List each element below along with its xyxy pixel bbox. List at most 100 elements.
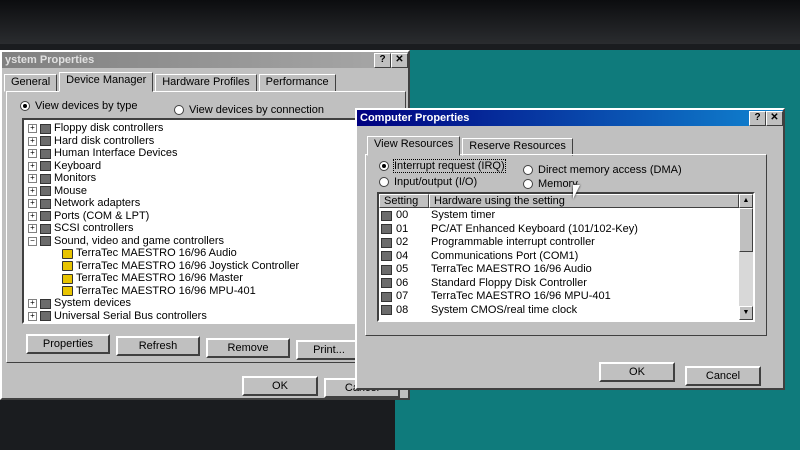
device-category[interactable]: + Network adapters bbox=[28, 197, 140, 210]
device-item[interactable]: TerraTec MAESTRO 16/96 Audio bbox=[62, 247, 237, 260]
help-button[interactable]: ? bbox=[749, 111, 766, 126]
setting-value: 04 bbox=[396, 249, 409, 262]
tree-label: Keyboard bbox=[54, 159, 102, 172]
device-category[interactable]: + SCSI controllers bbox=[28, 222, 133, 235]
close-button[interactable]: ✕ bbox=[391, 53, 408, 68]
device-item[interactable]: TerraTec MAESTRO 16/96 Joystick Controll… bbox=[62, 260, 299, 273]
tab-device-manager[interactable]: Device Manager bbox=[59, 72, 154, 92]
resource-list[interactable]: Setting Hardware using the setting 00 Sys… bbox=[377, 192, 755, 322]
warning-device-icon bbox=[62, 261, 73, 271]
properties-button[interactable]: Properties bbox=[26, 334, 110, 354]
device-category[interactable]: + Universal Serial Bus controllers bbox=[28, 310, 207, 323]
tree-label: Universal Serial Bus controllers bbox=[54, 309, 207, 322]
column-header-hardware[interactable]: Hardware using the setting bbox=[429, 194, 739, 208]
view-by-type-label: View devices by type bbox=[35, 100, 138, 112]
refresh-button[interactable]: Refresh bbox=[116, 336, 200, 356]
window-title: Computer Properties bbox=[360, 112, 470, 124]
expand-icon[interactable]: + bbox=[28, 161, 37, 171]
device-icon bbox=[40, 136, 51, 146]
collapse-icon[interactable]: − bbox=[28, 236, 37, 246]
device-category[interactable]: − Sound, video and game controllers bbox=[28, 235, 224, 248]
expand-icon[interactable]: + bbox=[28, 149, 37, 158]
warning-device-icon bbox=[62, 248, 73, 259]
device-category[interactable]: + Floppy disk controllers bbox=[28, 122, 163, 135]
hardware-name: TerraTec MAESTRO 16/96 MPU-401 bbox=[431, 290, 611, 302]
warning-device-icon bbox=[62, 273, 73, 284]
device-icon bbox=[40, 148, 51, 159]
hardware-name: Standard Floppy Disk Controller bbox=[431, 276, 587, 289]
expand-icon[interactable]: + bbox=[28, 136, 37, 146]
tab-general[interactable]: General bbox=[4, 74, 58, 92]
expand-icon[interactable]: + bbox=[28, 224, 37, 233]
device-icon bbox=[40, 123, 51, 134]
expand-icon[interactable]: + bbox=[28, 211, 37, 221]
scroll-up-button[interactable]: ▲ bbox=[739, 194, 753, 208]
expand-icon[interactable]: + bbox=[28, 311, 37, 321]
tree-label: Floppy disk controllers bbox=[54, 122, 164, 134]
resource-row[interactable]: 01 PC/AT Enhanced Keyboard (101/102-Key) bbox=[381, 223, 638, 236]
hardware-name: PC/AT Enhanced Keyboard (101/102-Key) bbox=[431, 222, 638, 235]
resource-row[interactable]: 08 System CMOS/real time clock bbox=[381, 304, 577, 317]
view-by-type-radio[interactable]: View devices by type bbox=[20, 100, 138, 112]
device-category[interactable]: + Human Interface Devices bbox=[28, 147, 178, 160]
radio-selected-icon bbox=[20, 101, 30, 111]
device-category[interactable]: + Ports (COM & LPT) bbox=[28, 210, 149, 223]
device-category[interactable]: + Monitors bbox=[28, 172, 96, 185]
vertical-scrollbar[interactable]: ▲ ▼ bbox=[739, 194, 753, 320]
device-category[interactable]: + Hard disk controllers bbox=[28, 135, 154, 148]
tree-label: Human Interface Devices bbox=[54, 147, 178, 159]
tree-label: Mouse bbox=[54, 184, 88, 197]
tab-view-resources[interactable]: View Resources bbox=[367, 136, 461, 156]
tree-label: Monitors bbox=[54, 172, 97, 184]
expand-icon[interactable]: + bbox=[28, 199, 37, 208]
cancel-button[interactable]: Cancel bbox=[685, 366, 761, 386]
device-category[interactable]: + Mouse bbox=[28, 185, 87, 198]
remove-button[interactable]: Remove bbox=[206, 338, 290, 358]
system-properties-titlebar: ystem Properties ? ✕ bbox=[2, 52, 408, 68]
scroll-down-button[interactable]: ▼ bbox=[739, 306, 753, 320]
expand-icon[interactable]: + bbox=[28, 186, 37, 196]
device-item[interactable]: TerraTec MAESTRO 16/96 MPU-401 bbox=[62, 285, 256, 298]
computer-properties-titlebar: Computer Properties ? ✕ bbox=[357, 110, 783, 126]
resource-row[interactable]: 04 Communications Port (COM1) bbox=[381, 250, 578, 263]
close-button[interactable]: ✕ bbox=[766, 111, 783, 126]
device-category[interactable]: + Keyboard bbox=[28, 160, 101, 173]
resource-row[interactable]: 06 Standard Floppy Disk Controller bbox=[381, 277, 587, 290]
expand-icon[interactable]: + bbox=[28, 174, 37, 183]
tree-label: TerraTec MAESTRO 16/96 Master bbox=[76, 272, 243, 284]
device-category[interactable]: + System devices bbox=[28, 297, 131, 310]
ok-button[interactable]: OK bbox=[599, 362, 675, 382]
device-icon bbox=[381, 237, 392, 248]
column-header-setting[interactable]: Setting bbox=[379, 194, 429, 208]
view-by-connection-radio[interactable]: View devices by connection bbox=[174, 104, 324, 116]
device-icon bbox=[40, 161, 51, 171]
resource-row[interactable]: 00 System timer bbox=[381, 209, 495, 222]
tree-label: TerraTec MAESTRO 16/96 Joystick Controll… bbox=[76, 259, 300, 272]
expand-icon[interactable]: + bbox=[28, 299, 37, 308]
print-button[interactable]: Print... bbox=[296, 340, 362, 360]
memory-label: Memory bbox=[538, 178, 578, 190]
hardware-name: TerraTec MAESTRO 16/96 Audio bbox=[431, 263, 592, 275]
tree-label: Sound, video and game controllers bbox=[54, 234, 224, 247]
irq-radio[interactable]: Interrupt request (IRQ) bbox=[379, 159, 506, 173]
memory-radio[interactable]: Memory bbox=[523, 178, 578, 190]
device-icon bbox=[40, 311, 51, 321]
io-radio[interactable]: Input/output (I/O) bbox=[379, 176, 477, 188]
resource-row[interactable]: 02 Programmable interrupt controller bbox=[381, 236, 595, 249]
device-tree[interactable]: + Floppy disk controllers + Hard disk contr… bbox=[22, 118, 362, 324]
device-item[interactable]: TerraTec MAESTRO 16/96 Master bbox=[62, 272, 243, 285]
resource-row[interactable]: 05 TerraTec MAESTRO 16/96 Audio bbox=[381, 263, 592, 276]
hardware-name: System CMOS/real time clock bbox=[431, 303, 578, 316]
tab-performance[interactable]: Performance bbox=[258, 74, 336, 92]
help-button[interactable]: ? bbox=[374, 53, 391, 68]
setting-value: 01 bbox=[396, 222, 409, 235]
dma-radio[interactable]: Direct memory access (DMA) bbox=[523, 164, 682, 176]
device-icon bbox=[40, 186, 51, 196]
scroll-thumb[interactable] bbox=[739, 208, 753, 252]
device-icon bbox=[40, 173, 51, 184]
hardware-name: System timer bbox=[431, 209, 496, 221]
resource-row[interactable]: 07 TerraTec MAESTRO 16/96 MPU-401 bbox=[381, 290, 611, 303]
ok-button[interactable]: OK bbox=[242, 376, 318, 396]
tab-hardware-profiles[interactable]: Hardware Profiles bbox=[155, 74, 257, 92]
expand-icon[interactable]: + bbox=[28, 124, 37, 133]
